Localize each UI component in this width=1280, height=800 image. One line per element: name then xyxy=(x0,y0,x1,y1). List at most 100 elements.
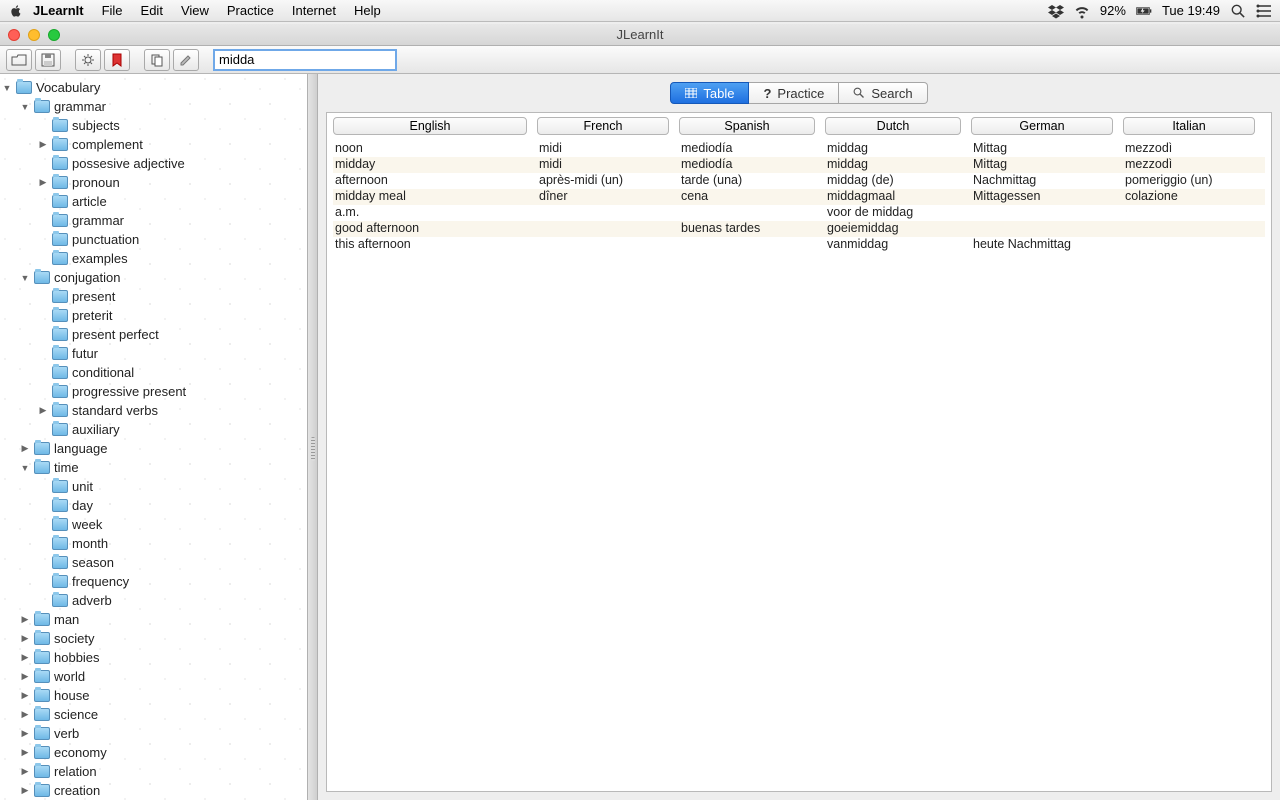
tab-table[interactable]: Table xyxy=(670,82,749,104)
tree-item-conjugation[interactable]: ▼conjugation xyxy=(0,268,307,287)
disclosure-icon[interactable]: ▶ xyxy=(20,443,30,454)
split-handle[interactable] xyxy=(308,74,318,800)
disclosure-icon[interactable]: ▶ xyxy=(38,405,48,416)
disclosure-icon[interactable]: ▶ xyxy=(38,177,48,188)
tree-item-punctuation[interactable]: punctuation xyxy=(0,230,307,249)
close-button[interactable] xyxy=(8,29,20,41)
copy-button[interactable] xyxy=(144,49,170,71)
table-row[interactable]: midday mealdînercenamiddagmaalMittagesse… xyxy=(333,189,1265,205)
table-row[interactable]: this afternoonvanmiddagheute Nachmittag xyxy=(333,237,1265,253)
dropbox-icon[interactable] xyxy=(1048,3,1064,19)
menu-help[interactable]: Help xyxy=(345,3,390,18)
tree-item-relation[interactable]: ▶relation xyxy=(0,762,307,781)
disclosure-icon[interactable]: ▶ xyxy=(20,728,30,739)
tree-item-subjects[interactable]: subjects xyxy=(0,116,307,135)
tree-item-unit[interactable]: unit xyxy=(0,477,307,496)
disclosure-icon[interactable]: ▼ xyxy=(20,463,30,473)
column-header-dutch[interactable]: Dutch xyxy=(825,117,961,135)
tree-item-progressive-present[interactable]: progressive present xyxy=(0,382,307,401)
battery-icon[interactable] xyxy=(1136,3,1152,19)
disclosure-icon[interactable]: ▼ xyxy=(20,273,30,283)
bookmark-button[interactable] xyxy=(104,49,130,71)
column-header-french[interactable]: French xyxy=(537,117,669,135)
tree-item-possesive-adjective[interactable]: possesive adjective xyxy=(0,154,307,173)
table-row[interactable]: good afternoonbuenas tardesgoeiemiddag xyxy=(333,221,1265,237)
tree-item-present[interactable]: present xyxy=(0,287,307,306)
disclosure-icon[interactable]: ▶ xyxy=(20,709,30,720)
disclosure-icon[interactable]: ▶ xyxy=(20,652,30,663)
tab-search[interactable]: Search xyxy=(839,82,927,104)
disclosure-icon[interactable]: ▶ xyxy=(20,690,30,701)
tree-item-complement[interactable]: ▶complement xyxy=(0,135,307,154)
tree-item-conditional[interactable]: conditional xyxy=(0,363,307,382)
menu-view[interactable]: View xyxy=(172,3,218,18)
notification-center-icon[interactable] xyxy=(1256,3,1272,19)
menu-internet[interactable]: Internet xyxy=(283,3,345,18)
disclosure-icon[interactable]: ▶ xyxy=(20,785,30,796)
tree-item-verb[interactable]: ▶verb xyxy=(0,724,307,743)
category-tree[interactable]: ▼Vocabulary▼grammarsubjects▶complementpo… xyxy=(0,74,308,800)
tree-item-futur[interactable]: futur xyxy=(0,344,307,363)
disclosure-icon[interactable]: ▶ xyxy=(20,766,30,777)
menu-file[interactable]: File xyxy=(93,3,132,18)
tree-item-season[interactable]: season xyxy=(0,553,307,572)
tree-item-house[interactable]: ▶house xyxy=(0,686,307,705)
disclosure-icon[interactable]: ▶ xyxy=(20,633,30,644)
tree-item-week[interactable]: week xyxy=(0,515,307,534)
column-header-spanish[interactable]: Spanish xyxy=(679,117,815,135)
edit-button[interactable] xyxy=(173,49,199,71)
vocab-table[interactable]: English French Spanish Dutch German Italian n… xyxy=(326,112,1272,792)
tree-item-pronoun[interactable]: ▶pronoun xyxy=(0,173,307,192)
tree-item-adverb[interactable]: adverb xyxy=(0,591,307,610)
tree-item-present-perfect[interactable]: present perfect xyxy=(0,325,307,344)
tree-item-Vocabulary[interactable]: ▼Vocabulary xyxy=(0,78,307,97)
tree-item-examples[interactable]: examples xyxy=(0,249,307,268)
open-button[interactable] xyxy=(6,49,32,71)
tree-item-grammar[interactable]: ▼grammar xyxy=(0,97,307,116)
titlebar[interactable]: JLearnIt xyxy=(0,24,1280,46)
tree-item-month[interactable]: month xyxy=(0,534,307,553)
column-header-italian[interactable]: Italian xyxy=(1123,117,1255,135)
disclosure-icon[interactable]: ▼ xyxy=(2,83,12,93)
tree-item-economy[interactable]: ▶economy xyxy=(0,743,307,762)
tree-item-auxiliary[interactable]: auxiliary xyxy=(0,420,307,439)
tree-item-society[interactable]: ▶society xyxy=(0,629,307,648)
wifi-icon[interactable] xyxy=(1074,3,1090,19)
tree-item-frequency[interactable]: frequency xyxy=(0,572,307,591)
tree-item-time[interactable]: ▼time xyxy=(0,458,307,477)
minimize-button[interactable] xyxy=(28,29,40,41)
tab-practice[interactable]: ?Practice xyxy=(749,82,839,104)
column-header-german[interactable]: German xyxy=(971,117,1113,135)
disclosure-icon[interactable]: ▶ xyxy=(20,614,30,625)
tree-item-day[interactable]: day xyxy=(0,496,307,515)
tree-item-man[interactable]: ▶man xyxy=(0,610,307,629)
column-header-english[interactable]: English xyxy=(333,117,527,135)
disclosure-icon[interactable]: ▼ xyxy=(20,102,30,112)
menu-practice[interactable]: Practice xyxy=(218,3,283,18)
disclosure-icon[interactable]: ▶ xyxy=(38,139,48,150)
clock[interactable]: Tue 19:49 xyxy=(1162,3,1220,18)
table-row[interactable]: noonmidimediodíamiddagMittagmezzodì xyxy=(333,141,1265,157)
spotlight-icon[interactable] xyxy=(1230,3,1246,19)
zoom-button[interactable] xyxy=(48,29,60,41)
table-row[interactable]: afternoonaprès-midi (un)tarde (una)midda… xyxy=(333,173,1265,189)
tree-item-article[interactable]: article xyxy=(0,192,307,211)
tree-item-creation[interactable]: ▶creation xyxy=(0,781,307,800)
search-input[interactable] xyxy=(213,49,397,71)
tree-item-standard-verbs[interactable]: ▶standard verbs xyxy=(0,401,307,420)
save-button[interactable] xyxy=(35,49,61,71)
tree-item-world[interactable]: ▶world xyxy=(0,667,307,686)
tree-item-language[interactable]: ▶language xyxy=(0,439,307,458)
tree-item-grammar[interactable]: grammar xyxy=(0,211,307,230)
apple-icon[interactable] xyxy=(8,3,24,19)
disclosure-icon[interactable]: ▶ xyxy=(20,671,30,682)
menu-edit[interactable]: Edit xyxy=(132,3,172,18)
app-name[interactable]: JLearnIt xyxy=(24,3,93,18)
disclosure-icon[interactable]: ▶ xyxy=(20,747,30,758)
tree-item-hobbies[interactable]: ▶hobbies xyxy=(0,648,307,667)
tree-item-science[interactable]: ▶science xyxy=(0,705,307,724)
table-row[interactable]: middaymidimediodíamiddagMittagmezzodì xyxy=(333,157,1265,173)
settings-button[interactable] xyxy=(75,49,101,71)
table-row[interactable]: a.m.voor de middag xyxy=(333,205,1265,221)
tree-item-preterit[interactable]: preterit xyxy=(0,306,307,325)
